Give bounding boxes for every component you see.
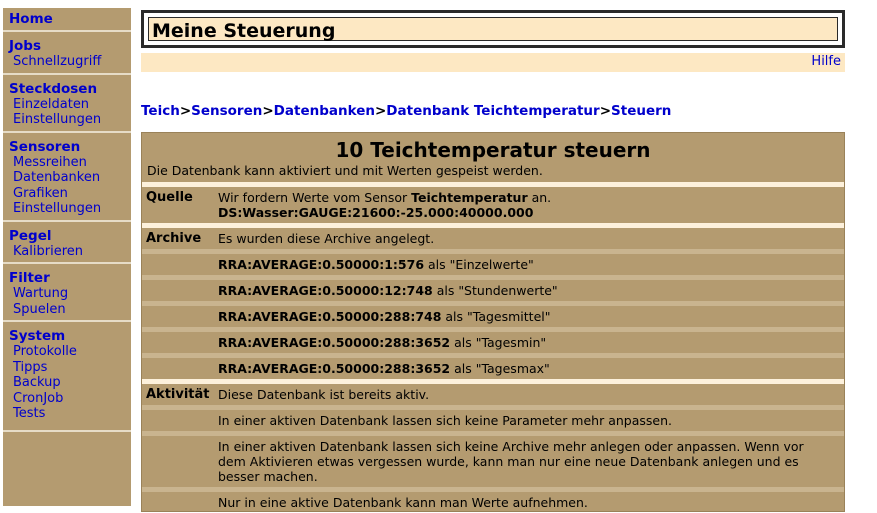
breadcrumb: Teich>Sensoren>Datenbanken>Datenbank Tei… bbox=[141, 103, 671, 119]
archive-als: als bbox=[424, 257, 450, 272]
quelle-text-pre: Wir fordern Werte vom Sensor bbox=[218, 190, 412, 205]
nav-pegel[interactable]: Pegel bbox=[3, 228, 131, 244]
archive-rra: RRA:AVERAGE:0.50000:288:3652 bbox=[218, 335, 451, 350]
nav-sensoren-einstellungen[interactable]: Einstellungen bbox=[3, 201, 131, 217]
archive-rra: RRA:AVERAGE:0.50000:288:3652 bbox=[218, 361, 451, 376]
breadcrumb-separator: > bbox=[374, 103, 387, 119]
nav-sensoren-grafiken[interactable]: Grafiken bbox=[3, 186, 131, 202]
help-bar: Hilfe bbox=[141, 53, 845, 72]
breadcrumb-teich[interactable]: Teich bbox=[141, 103, 180, 119]
archive-name: "Tagesmax" bbox=[475, 361, 550, 376]
aktivitaet-line: Nur in eine aktive Datenbank kann man We… bbox=[218, 495, 588, 510]
archive-item: RRA:AVERAGE:0.50000:12:748 als "Stundenw… bbox=[142, 280, 844, 306]
breadcrumb-separator: > bbox=[262, 103, 274, 119]
breadcrumb-datenbanken[interactable]: Datenbanken bbox=[274, 103, 375, 119]
archive-name: "Stundenwerte" bbox=[458, 283, 558, 298]
quelle-ds: DS:Wasser:GAUGE:21600:-25.000:40000.000 bbox=[218, 205, 534, 220]
control-panel: 10 Teichtemperatur steuern Die Datenbank… bbox=[141, 132, 845, 512]
archive-item: RRA:AVERAGE:0.50000:288:3652 als "Tagesm… bbox=[142, 358, 844, 379]
nav-system-cronjob[interactable]: CronJob bbox=[3, 391, 131, 407]
aktivitaet-label: Aktivität bbox=[146, 387, 210, 402]
nav-group-steckdosen: Steckdosen Einzeldaten Einstellungen bbox=[3, 75, 131, 133]
archive-name: "Tagesmin" bbox=[475, 335, 547, 350]
aktivitaet-row: Aktivität Diese Datenbank ist bereits ak… bbox=[142, 384, 844, 410]
nav-group-pegel: Pegel Kalibrieren bbox=[3, 222, 131, 264]
archive-item: RRA:AVERAGE:0.50000:1:576 als "Einzelwer… bbox=[142, 254, 844, 280]
nav-steckdosen-einstellungen[interactable]: Einstellungen bbox=[3, 112, 131, 128]
archive-als: als bbox=[450, 361, 476, 376]
header-box: Meine Steuerung bbox=[141, 10, 845, 48]
nav-filter-spuelen[interactable]: Spuelen bbox=[3, 302, 131, 318]
archive-als: als bbox=[432, 283, 459, 298]
aktivitaet-line: In einer aktiven Datenbank lassen sich k… bbox=[218, 439, 804, 484]
nav-group-home: Home bbox=[3, 8, 131, 32]
nav-system-backup[interactable]: Backup bbox=[3, 375, 131, 391]
aktivitaet-row: In einer aktiven Datenbank lassen sich k… bbox=[142, 410, 844, 436]
archive-name: "Tagesmittel" bbox=[467, 309, 551, 324]
quelle-value: Wir fordern Werte vom Sensor Teichtemper… bbox=[218, 187, 844, 223]
panel-title: 10 Teichtemperatur steuern bbox=[335, 138, 651, 162]
nav-group-jobs: Jobs Schnellzugriff bbox=[3, 32, 131, 75]
breadcrumb-steuern[interactable]: Steuern bbox=[611, 103, 671, 119]
quelle-text-post: an. bbox=[527, 190, 552, 205]
nav-system-tests[interactable]: Tests bbox=[3, 406, 131, 422]
nav-pegel-kalibrieren[interactable]: Kalibrieren bbox=[3, 244, 131, 260]
aktivitaet-row: Nur in eine aktive Datenbank kann man We… bbox=[142, 492, 844, 513]
nav-group-filter: Filter Wartung Spuelen bbox=[3, 264, 131, 322]
nav-jobs[interactable]: Jobs bbox=[3, 38, 131, 54]
archive-label: Archive bbox=[146, 231, 202, 246]
nav-filter[interactable]: Filter bbox=[3, 270, 131, 286]
nav-group-sensoren: Sensoren Messreihen Datenbanken Grafiken… bbox=[3, 133, 131, 222]
nav-group-system: System Protokolle Tipps Backup CronJob T… bbox=[3, 322, 131, 432]
archive-row: Archive Es wurden diese Archive angelegt… bbox=[142, 228, 844, 254]
help-link[interactable]: Hilfe bbox=[811, 54, 841, 69]
nav-steckdosen[interactable]: Steckdosen bbox=[3, 81, 131, 97]
quelle-label: Quelle bbox=[146, 190, 193, 205]
nav-jobs-schnellzugriff[interactable]: Schnellzugriff bbox=[3, 54, 131, 70]
archive-item: RRA:AVERAGE:0.50000:288:748 als "Tagesmi… bbox=[142, 306, 844, 332]
archive-rra: RRA:AVERAGE:0.50000:288:748 bbox=[218, 309, 442, 324]
archive-rra: RRA:AVERAGE:0.50000:12:748 bbox=[218, 283, 433, 298]
quelle-sensor: Teichtemperatur bbox=[411, 190, 528, 205]
archive-name: "Einzelwerte" bbox=[449, 257, 534, 272]
archive-als: als bbox=[450, 335, 476, 350]
breadcrumb-datenbank[interactable]: Datenbank Teichtemperatur bbox=[386, 103, 599, 119]
archive-rra: RRA:AVERAGE:0.50000:1:576 bbox=[218, 257, 425, 272]
panel-intro: Die Datenbank kann aktiviert und mit Wer… bbox=[147, 163, 543, 178]
quelle-row: Quelle Wir fordern Werte vom Sensor Teic… bbox=[142, 187, 844, 223]
breadcrumb-sensoren[interactable]: Sensoren bbox=[191, 103, 262, 119]
breadcrumb-separator: > bbox=[599, 103, 612, 119]
nav-home[interactable]: Home bbox=[3, 11, 131, 27]
archive-intro: Es wurden diese Archive angelegt. bbox=[218, 231, 435, 246]
aktivitaet-line: In einer aktiven Datenbank lassen sich k… bbox=[218, 413, 672, 428]
aktivitaet-line: Diese Datenbank ist bereits aktiv. bbox=[218, 387, 430, 402]
archive-item: RRA:AVERAGE:0.50000:288:3652 als "Tagesm… bbox=[142, 332, 844, 358]
page-title: Meine Steuerung bbox=[148, 17, 838, 42]
nav-system[interactable]: System bbox=[3, 328, 131, 344]
aktivitaet-row: In einer aktiven Datenbank lassen sich k… bbox=[142, 436, 844, 492]
nav-system-tipps[interactable]: Tipps bbox=[3, 360, 131, 376]
archive-als: als bbox=[441, 309, 468, 324]
nav-system-protokolle[interactable]: Protokolle bbox=[3, 344, 131, 360]
breadcrumb-separator: > bbox=[179, 103, 192, 119]
nav-filter-wartung[interactable]: Wartung bbox=[3, 286, 131, 302]
nav-steckdosen-einzeldaten[interactable]: Einzeldaten bbox=[3, 97, 131, 113]
sidebar: Home Jobs Schnellzugriff Steckdosen Einz… bbox=[3, 8, 131, 506]
nav-sensoren[interactable]: Sensoren bbox=[3, 139, 131, 155]
nav-sensoren-datenbanken[interactable]: Datenbanken bbox=[3, 170, 131, 186]
nav-sensoren-messreihen[interactable]: Messreihen bbox=[3, 155, 131, 171]
